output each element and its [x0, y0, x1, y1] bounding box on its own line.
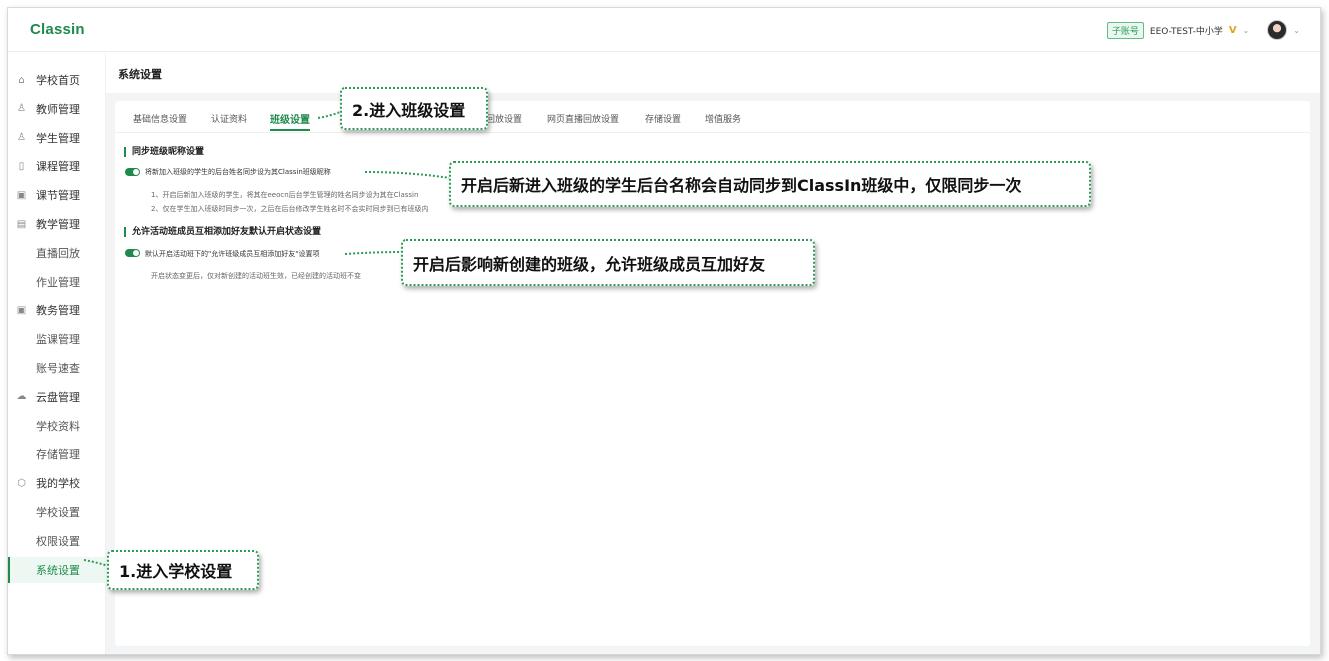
person-icon: ♙: [17, 103, 26, 115]
course-icon: ▯: [18, 160, 25, 172]
cloud-icon: ☁: [16, 391, 27, 403]
friend-setting-section-title: 允许活动班成员互相添加好友默认开启状态设置: [124, 227, 321, 237]
sidebar-item-0[interactable]: ⌂ 学校首页: [8, 67, 106, 93]
lesson-icon: ▣: [16, 189, 27, 201]
sidebar-item-4[interactable]: ▣ 课节管理: [8, 182, 106, 208]
sync-nickname-option-label: 将新加入班级的学生的后台姓名同步设为其Classin班级昵称: [145, 168, 331, 176]
account-menu[interactable]: 子账号 EEO-TEST-中小学 V ⌄ ⌄: [1106, 17, 1300, 43]
sidebar-item-15[interactable]: 学校设置: [8, 499, 106, 525]
sidebar-item-label: 课程管理: [36, 160, 80, 174]
step2-callout: 2.进入班级设置: [340, 87, 488, 130]
sidebar-item-label: 云盘管理: [36, 390, 80, 404]
settings-tabs: 基础信息设置 认证资料 班级设置 回放设置 网页直播回放设置 存储设置 增值服务: [115, 101, 1310, 133]
sidebar-item-8[interactable]: ▣ 教务管理: [8, 297, 106, 323]
step1-callout: 1.进入学校设置: [107, 550, 259, 590]
sidebar-item-label: 系统设置: [36, 563, 80, 577]
sync-nickname-toggle[interactable]: [125, 168, 140, 176]
sidebar-item-3[interactable]: ▯ 课程管理: [8, 153, 106, 179]
sidebar-item-label: 作业管理: [36, 275, 80, 289]
avatar-chevron-down-icon[interactable]: ⌄: [1293, 26, 1300, 35]
teaching-icon: ▤: [16, 218, 27, 230]
sidebar-item-label: 教务管理: [36, 304, 80, 318]
sidebar-item-label: 教师管理: [36, 102, 80, 116]
sidebar-item-6[interactable]: 直播回放: [8, 240, 106, 266]
vip-icon: V: [1228, 24, 1237, 36]
sidebar-item-9[interactable]: 监课管理: [8, 326, 106, 352]
tab-6[interactable]: 增值服务: [705, 112, 741, 125]
sidebar-item-10[interactable]: 账号速查: [8, 355, 106, 381]
sidebar-item-13[interactable]: 存储管理: [8, 441, 106, 467]
sidebar-item-1[interactable]: ♙ 教师管理: [8, 96, 106, 122]
sidebar-item-2[interactable]: ♙ 学生管理: [8, 125, 106, 151]
friend-setting-toggle[interactable]: [125, 249, 140, 257]
affairs-icon: ▣: [16, 304, 27, 316]
page-title-bar: 系统设置: [106, 53, 1320, 93]
sidebar-item-label: 账号速查: [36, 362, 80, 375]
sidebar: ⌂ 学校首页 ♙ 教师管理 ♙ 学生管理 ▯ 课程管理 ▣ 课节管理 ▤ 教学管理直播回放作业管理 ▣ 教…: [8, 53, 106, 654]
chevron-down-icon[interactable]: ⌄: [1243, 26, 1250, 35]
sidebar-item-7[interactable]: 作业管理: [8, 269, 106, 295]
main-area: 系统设置 基础信息设置 认证资料 班级设置 回放设置 网页直播回放设置 存储设置 增值服务 …: [106, 53, 1320, 654]
sidebar-item-label: 监课管理: [36, 333, 80, 347]
student-icon: ♙: [17, 132, 26, 144]
classin-logo[interactable]: Classin: [30, 21, 85, 38]
sidebar-item-label: 直播回放: [36, 246, 80, 260]
sidebar-item-label: 教学管理: [36, 218, 80, 231]
friend-note-callout: 开启后影响新创建的班级，允许班级成员互加好友: [401, 239, 815, 286]
sidebar-item-label: 我的学校: [36, 477, 80, 491]
friend-setting-desc: 开启状态变更后，仅对新创建的活动班生效，已经创建的活动班不变: [151, 272, 361, 280]
sidebar-item-11[interactable]: ☁ 云盘管理: [8, 384, 106, 410]
sync-nickname-section-title: 同步班级昵称设置: [124, 147, 204, 157]
sidebar-item-5[interactable]: ▤ 教学管理: [8, 211, 106, 237]
avatar[interactable]: [1267, 20, 1288, 40]
sidebar-item-label: 学校资料: [36, 419, 80, 433]
school-icon: ⬡: [17, 477, 26, 489]
tab-0[interactable]: 基础信息设置: [133, 112, 187, 125]
tab-1[interactable]: 认证资料: [211, 112, 247, 125]
tab-3[interactable]: 回放设置: [486, 112, 522, 125]
tab-4[interactable]: 网页直播回放设置: [547, 112, 619, 125]
sync-nickname-desc-2: 2、仅在学生加入班级时同步一次，之后在后台修改学生姓名时不会实时同步到已有班级内: [151, 205, 429, 213]
sidebar-item-label: 学校首页: [36, 74, 80, 87]
sidebar-item-16[interactable]: 权限设置: [8, 528, 106, 554]
page-title: 系统设置: [118, 68, 162, 81]
sidebar-item-label: 学生管理: [36, 131, 80, 145]
tab-5[interactable]: 存储设置: [645, 112, 681, 125]
top-bar: Classin 子账号 EEO-TEST-中小学 V ⌄ ⌄: [8, 8, 1320, 52]
sidebar-item-label: 学校设置: [36, 506, 80, 519]
tab-2[interactable]: 班级设置: [270, 111, 310, 131]
home-icon: ⌂: [18, 74, 25, 86]
account-name[interactable]: EEO-TEST-中小学: [1150, 24, 1223, 37]
sidebar-item-17[interactable]: 系统设置: [8, 556, 106, 583]
sidebar-item-label: 存储管理: [36, 448, 80, 462]
friend-setting-option-label: 默认开启活动班下的"允许班级成员互相添加好友"设置项: [145, 250, 320, 258]
sidebar-item-label: 课节管理: [36, 189, 80, 203]
sync-nickname-desc-1: 1、开启后新加入班级的学生，将其在eeocn后台学生管理的姓名同步设为其在Cla…: [151, 191, 419, 199]
sync-note-callout: 开启后新进入班级的学生后台名称会自动同步到ClassIn班级中，仅限同步一次: [449, 161, 1091, 207]
sub-account-badge: 子账号: [1106, 21, 1144, 39]
sidebar-item-14[interactable]: ⬡ 我的学校: [8, 470, 106, 496]
sidebar-item-label: 权限设置: [36, 534, 80, 548]
sidebar-item-12[interactable]: 学校资料: [8, 413, 106, 439]
